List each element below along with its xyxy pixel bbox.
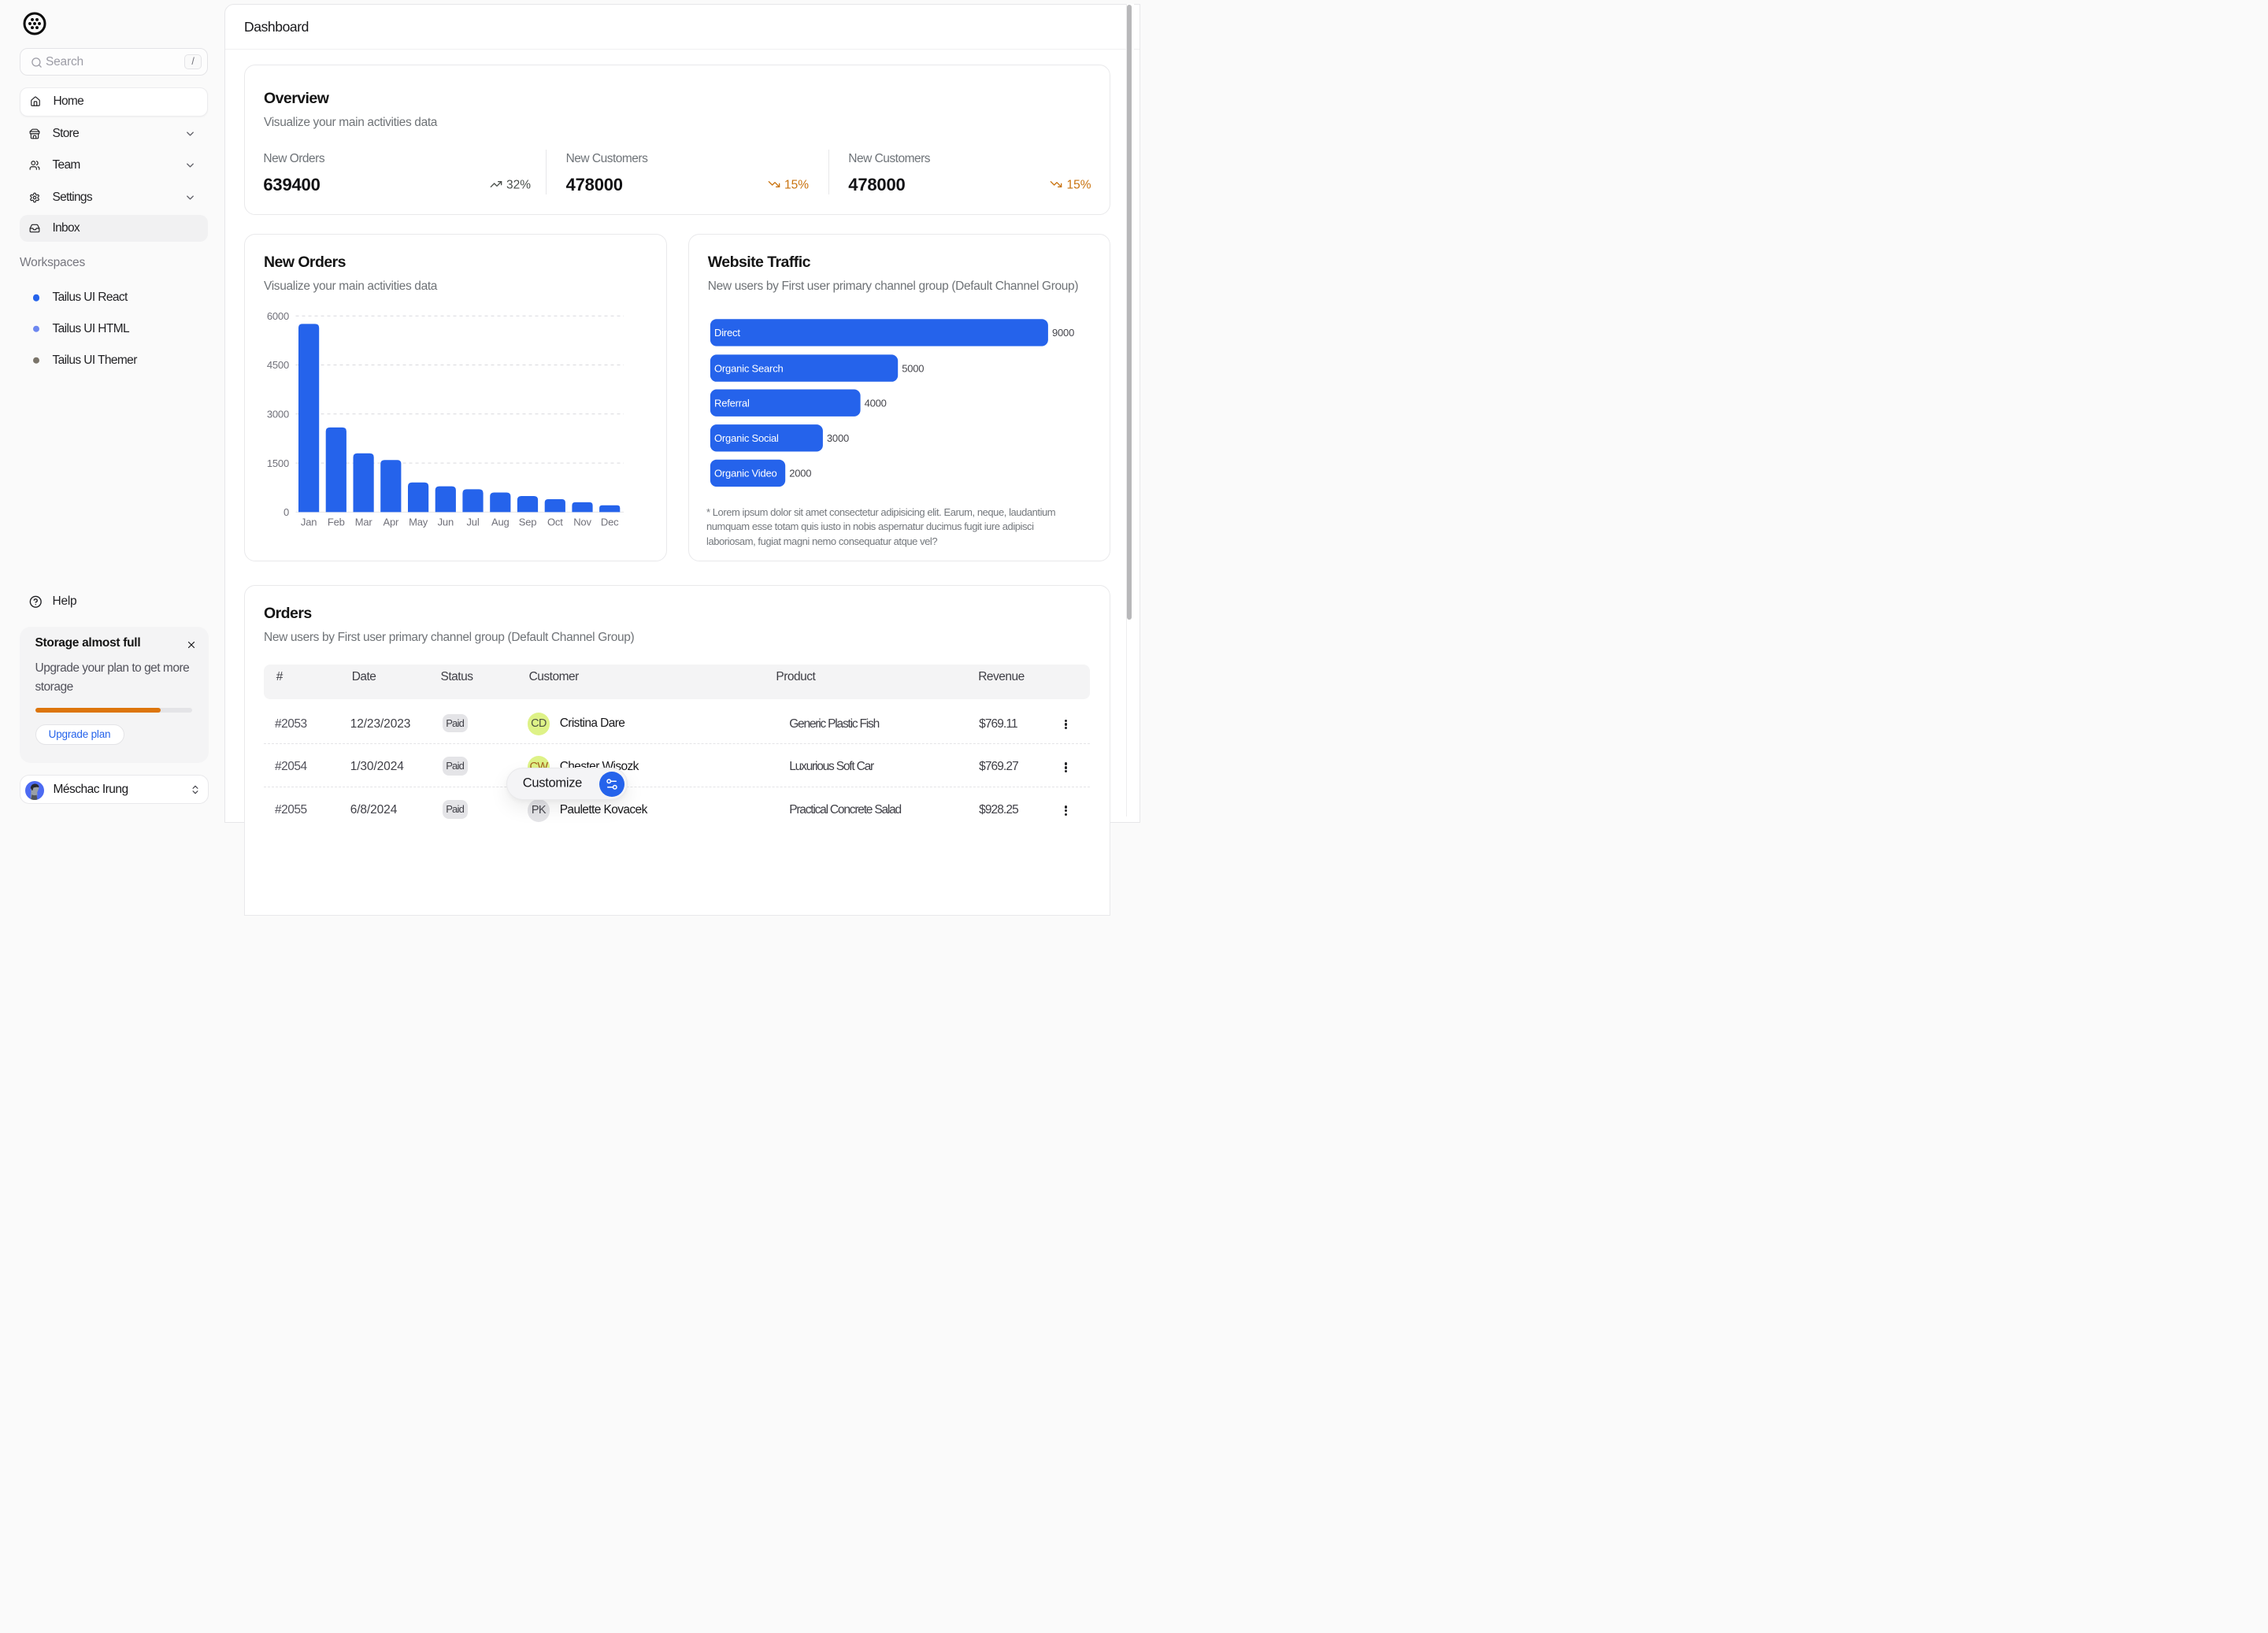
svg-text:Sep: Sep	[519, 517, 537, 528]
svg-text:2000: 2000	[789, 468, 811, 480]
svg-text:6000: 6000	[267, 310, 289, 322]
svg-text:May: May	[409, 517, 428, 528]
svg-text:Jun: Jun	[438, 517, 454, 528]
svg-text:Direct: Direct	[714, 327, 740, 339]
svg-text:Oct: Oct	[547, 517, 563, 528]
svg-text:Nov: Nov	[573, 517, 591, 528]
svg-text:Jul: Jul	[466, 517, 479, 528]
svg-text:4000: 4000	[864, 397, 886, 409]
svg-text:Mar: Mar	[355, 517, 373, 528]
svg-text:Organic Search: Organic Search	[714, 362, 784, 374]
svg-text:Jan: Jan	[301, 517, 317, 528]
svg-text:Dec: Dec	[601, 517, 619, 528]
svg-text:3000: 3000	[267, 409, 289, 420]
svg-text:Aug: Aug	[491, 517, 510, 528]
svg-text:9000: 9000	[1052, 327, 1074, 339]
svg-text:4500: 4500	[267, 359, 289, 371]
svg-text:Feb: Feb	[328, 517, 345, 528]
svg-text:5000: 5000	[902, 362, 924, 374]
svg-text:3000: 3000	[827, 432, 849, 444]
svg-text:Organic Video: Organic Video	[714, 468, 777, 480]
svg-text:Organic Social: Organic Social	[714, 432, 779, 444]
svg-text:Apr: Apr	[383, 517, 399, 528]
svg-text:0: 0	[284, 506, 289, 518]
svg-text:Referral: Referral	[714, 397, 750, 409]
svg-text:1500: 1500	[267, 457, 289, 469]
